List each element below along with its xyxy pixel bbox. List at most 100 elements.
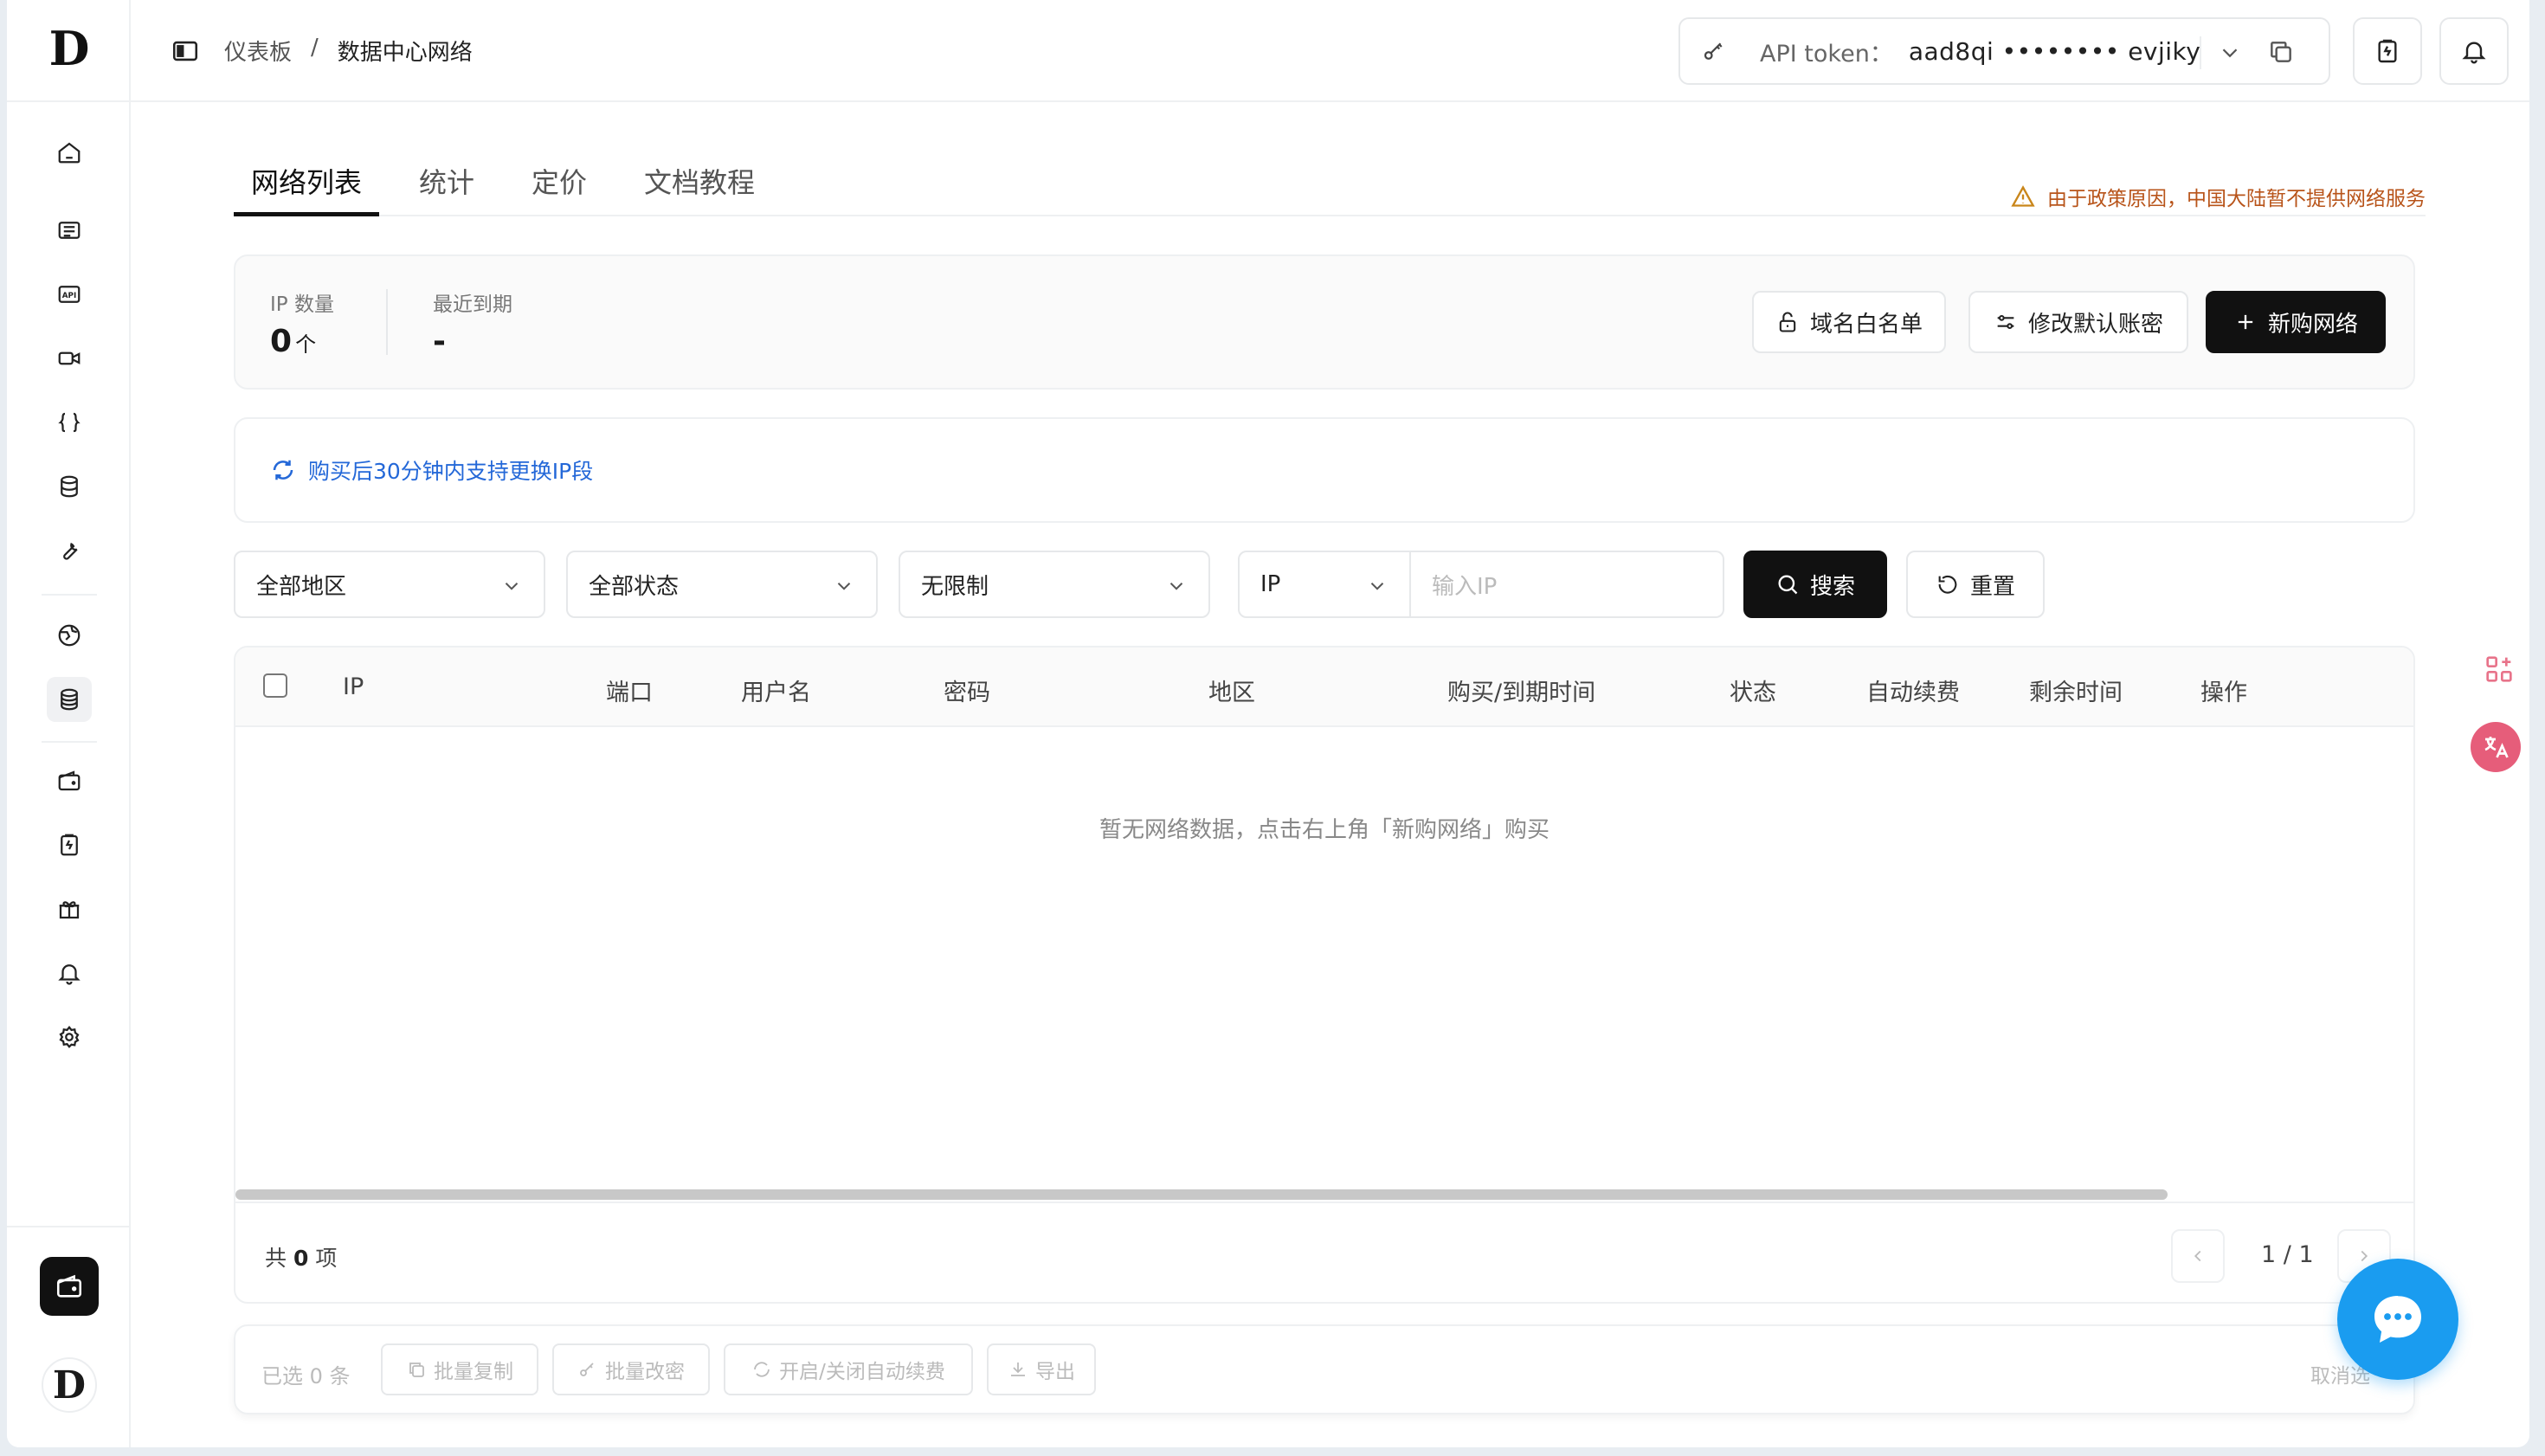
- reset-button[interactable]: 重置: [1906, 551, 2045, 618]
- column-header[interactable]: 状态: [1730, 673, 1776, 707]
- chevron-down-icon: [837, 583, 851, 590]
- lock-icon: [1779, 312, 1796, 332]
- ip-count-value: 0: [270, 324, 293, 359]
- batch-copy-label: 批量复制: [434, 1361, 513, 1383]
- sidebar-divider: [7, 100, 131, 102]
- refresh-icon: [754, 1362, 770, 1377]
- network-table: IP 端口 用户名 密码 地区 购买/到期时间 状态 自动续费 剩余时间 操作 …: [234, 646, 2415, 1304]
- selected-count: 已选 0 条: [261, 1364, 351, 1388]
- search-field-select[interactable]: IP: [1238, 551, 1411, 618]
- change-default-credentials-label: 修改默认账密: [2027, 311, 2163, 338]
- ip-change-info-text: 购买后30分钟内支持更换IP段: [308, 459, 594, 484]
- policy-notice: 由于政策原因，中国大陆暂不提供网络服务: [2011, 182, 2426, 211]
- code-braces-icon[interactable]: [47, 400, 92, 445]
- breadcrumb: 仪表板 / 数据中心网络: [224, 35, 473, 67]
- settings-icon[interactable]: [47, 1015, 92, 1060]
- chevron-down-icon: [505, 583, 519, 590]
- download-icon: [1011, 1363, 1025, 1376]
- breadcrumb-separator: /: [311, 35, 319, 61]
- total-suffix: 项: [315, 1246, 338, 1271]
- column-header[interactable]: 自动续费: [1866, 673, 1960, 707]
- ip-search-input[interactable]: 输入IP: [1411, 551, 1724, 618]
- bell-icon[interactable]: [47, 950, 92, 995]
- export-button[interactable]: 导出: [987, 1343, 1096, 1395]
- apps-grid-icon[interactable]: [2476, 646, 2522, 693]
- column-header[interactable]: 密码: [944, 673, 990, 707]
- toggle-auto-renew-button[interactable]: 开启/关闭自动续费: [724, 1343, 973, 1395]
- expiry-label: 最近到期: [433, 293, 512, 316]
- chevron-right-icon: [2361, 1250, 2368, 1262]
- chevron-down-icon[interactable]: [2217, 40, 2243, 66]
- column-header[interactable]: 端口: [606, 673, 653, 707]
- tab-docs[interactable]: 文档教程: [627, 151, 772, 216]
- datacenter-icon[interactable]: [47, 677, 92, 722]
- prev-page-button[interactable]: [2171, 1229, 2225, 1283]
- domain-whitelist-label: 域名白名单: [1809, 311, 1923, 338]
- api-icon[interactable]: API: [47, 272, 92, 317]
- table-header: IP 端口 用户名 密码 地区 购买/到期时间 状态 自动续费 剩余时间 操作: [235, 647, 2413, 727]
- column-header[interactable]: 用户名: [741, 673, 811, 707]
- batch-change-password-button[interactable]: 批量改密: [552, 1343, 710, 1395]
- breadcrumb-dashboard[interactable]: 仪表板: [224, 35, 292, 67]
- video-icon[interactable]: [47, 336, 92, 381]
- expiry-stat: 最近到期 -: [433, 287, 512, 359]
- ip-change-info: 购买后30分钟内支持更换IP段: [234, 417, 2415, 523]
- horizontal-scrollbar[interactable]: [235, 1189, 2168, 1200]
- change-default-credentials-button[interactable]: 修改默认账密: [1968, 291, 2188, 353]
- sidebar-divider: [42, 741, 97, 743]
- policy-notice-text: 由于政策原因，中国大陆暂不提供网络服务: [2047, 188, 2426, 210]
- refresh-icon: [273, 460, 293, 480]
- notifications-button[interactable]: [2439, 17, 2509, 85]
- region-select[interactable]: 全部地区: [234, 551, 545, 618]
- batch-copy-button[interactable]: 批量复制: [381, 1343, 538, 1395]
- globe-icon[interactable]: [47, 613, 92, 658]
- app-logo[interactable]: D: [43, 21, 95, 76]
- top-header: 仪表板 / 数据中心网络 API token： aad8qi •••••••• …: [131, 0, 2529, 102]
- billing-header-button[interactable]: [2353, 17, 2422, 85]
- stats-card: IP 数量 0个 最近到期 - 域名白名单 修改默认账密 新购网络: [234, 254, 2415, 390]
- tab-network-list[interactable]: 网络列表: [234, 151, 380, 216]
- table-footer: 共 0 项 1 / 1: [235, 1202, 2413, 1302]
- sidebar-toggle-icon[interactable]: [171, 36, 200, 66]
- limit-select[interactable]: 无限制: [899, 551, 1210, 618]
- copy-icon[interactable]: [2267, 38, 2295, 66]
- column-header[interactable]: 地区: [1208, 673, 1255, 707]
- database-icon[interactable]: [47, 464, 92, 509]
- status-select[interactable]: 全部状态: [566, 551, 878, 618]
- chat-bubble-icon: [2374, 1296, 2421, 1343]
- wallet-button[interactable]: [40, 1257, 99, 1316]
- translate-icon[interactable]: [2471, 722, 2521, 772]
- tab-pricing[interactable]: 定价: [514, 151, 604, 216]
- search-button[interactable]: 搜索: [1743, 551, 1887, 618]
- avatar[interactable]: D: [42, 1357, 97, 1413]
- empty-state: 暂无网络数据，点击右上角「新购网络」购买: [1099, 817, 1550, 843]
- home-icon[interactable]: [47, 130, 92, 175]
- total-count: 共 0 项: [265, 1241, 337, 1272]
- chevron-down-icon: [1169, 583, 1183, 590]
- toggle-auto-renew-label: 开启/关闭自动续费: [779, 1361, 945, 1383]
- chevron-left-icon: [2194, 1250, 2201, 1262]
- column-header[interactable]: 操作: [2200, 673, 2247, 707]
- billing-icon: [2378, 39, 2397, 63]
- gift-icon[interactable]: [47, 886, 92, 931]
- total-value: 0: [293, 1246, 309, 1271]
- column-header[interactable]: 剩余时间: [2029, 673, 2123, 707]
- search-field-value: IP: [1260, 571, 1281, 597]
- buy-network-button[interactable]: 新购网络: [2206, 291, 2386, 353]
- news-icon[interactable]: [47, 208, 92, 253]
- domain-whitelist-button[interactable]: 域名白名单: [1752, 291, 1946, 353]
- expiry-value: -: [433, 324, 446, 359]
- sidebar-divider: [42, 594, 97, 596]
- select-all-checkbox[interactable]: [263, 673, 287, 698]
- column-header[interactable]: 购买/到期时间: [1447, 673, 1595, 707]
- key-icon: [580, 1363, 594, 1376]
- tab-statistics[interactable]: 统计: [402, 151, 492, 216]
- column-header[interactable]: IP: [343, 673, 364, 700]
- chat-support-button[interactable]: [2337, 1259, 2458, 1380]
- sidebar: D API D: [7, 0, 131, 1447]
- warning-icon: [2011, 185, 2035, 207]
- wrench-icon[interactable]: [47, 528, 92, 573]
- billing-icon[interactable]: [47, 822, 92, 867]
- wallet-icon[interactable]: [47, 758, 92, 803]
- copy-icon: [409, 1363, 424, 1377]
